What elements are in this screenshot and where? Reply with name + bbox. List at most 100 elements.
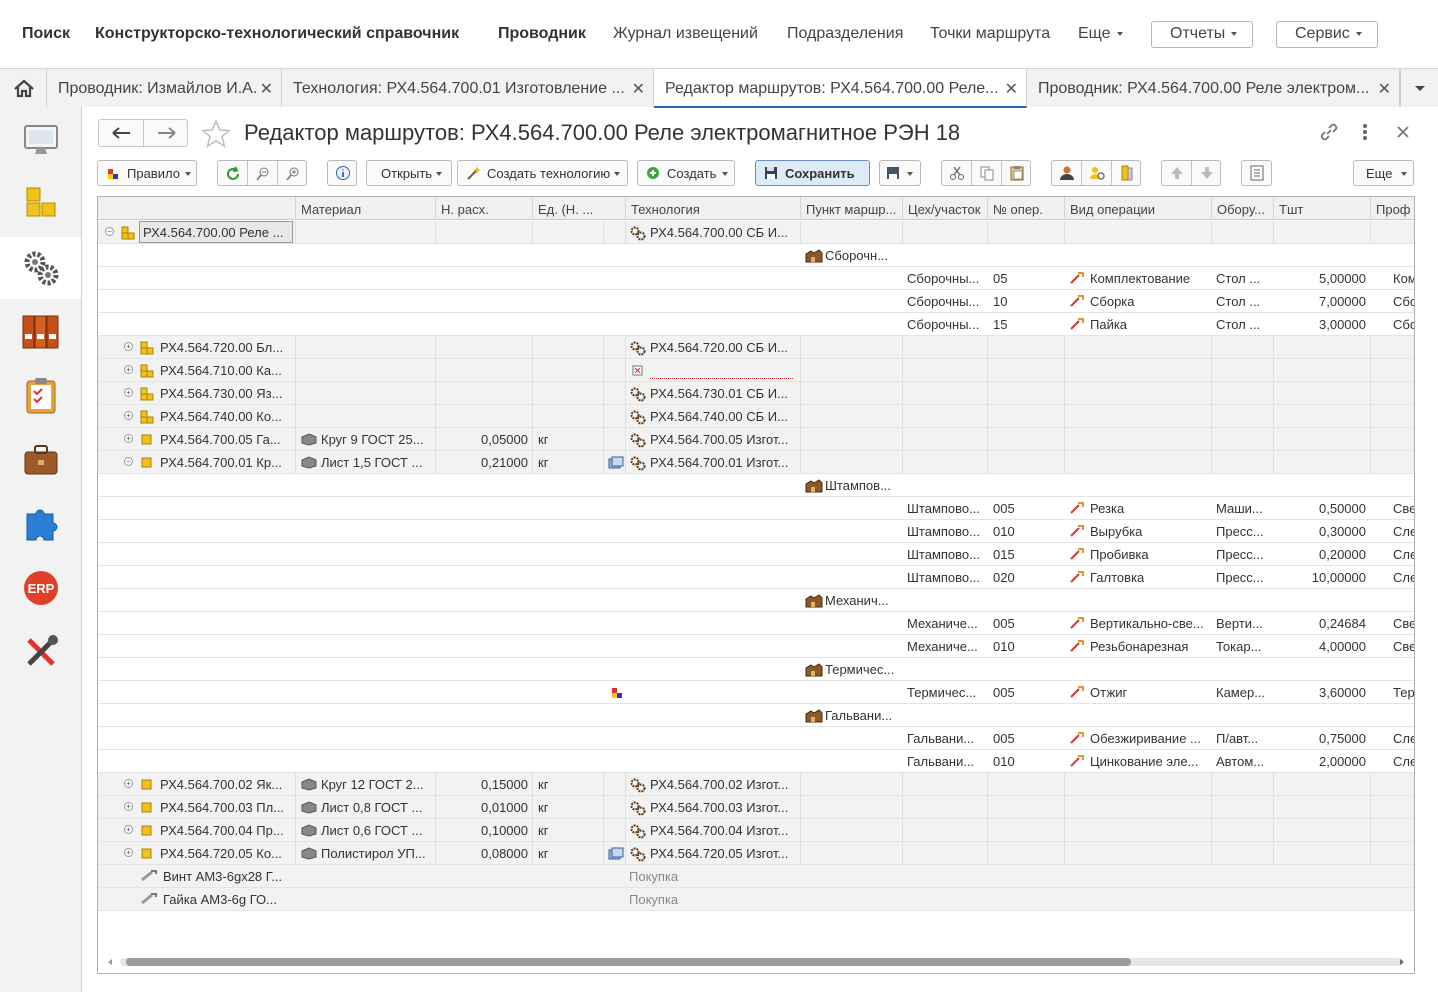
table-row[interactable]: Винт АМ3-6gx28 Г... Покупка [98,865,1414,888]
table-row[interactable]: + РХ4.564.700.02 Як... Круг 12 ГОСТ 2... 0,… [98,773,1414,796]
expand-icon[interactable]: + [124,802,133,811]
table-row[interactable]: + РХ4.564.700.03 Пл... Лист 0,8 ГОСТ ... 0,… [98,796,1414,819]
paste-button[interactable] [1002,161,1030,185]
column-header[interactable]: Н. расх. [435,197,532,220]
more-vertical-icon[interactable] [1358,121,1372,143]
operation-row[interactable]: Термичес... 005 Отжиг Камер... 3,60000 Терми [98,681,1414,704]
tab-explorer-relay[interactable]: Проводник: РХ4.564.700.00 Реле электром.… [1027,69,1400,107]
sidebar-item-tools[interactable] [0,621,81,683]
column-header[interactable]: Пункт маршр... [800,197,902,220]
sidebar-item-erp[interactable]: ERP [0,557,81,619]
close-icon[interactable] [1394,121,1412,143]
sidebar-item-briefcase[interactable] [0,429,81,491]
sidebar-item-tasks[interactable] [0,365,81,427]
expand-icon[interactable]: + [124,365,133,374]
table-row[interactable]: + РХ4.564.700.05 Га... Круг 9 ГОСТ 25... 0,… [98,428,1414,451]
user-settings-button[interactable] [1082,161,1112,185]
table-row[interactable]: + РХ4.564.720.05 Ко... Полистирол УП... 0,0… [98,842,1414,865]
expand-icon[interactable]: + [124,434,133,443]
column-header[interactable]: Вид операции [1064,197,1211,220]
save-options-button[interactable] [879,160,921,186]
column-header[interactable]: Тшт [1273,197,1370,220]
column-header[interactable]: Проф [1370,197,1414,220]
more-button[interactable]: Еще [1353,160,1414,186]
route-tree-table[interactable]: Материал Н. расх. Ед. (Н. ... Технология Пун… [97,196,1415,974]
sidebar-item-settings[interactable] [0,237,81,299]
horizontal-scrollbar[interactable] [120,958,1403,966]
collapse-icon[interactable]: − [105,227,114,236]
close-icon[interactable]: ✕ [1378,79,1391,99]
expand-icon[interactable]: + [124,342,133,351]
route-point-row[interactable]: Штампов... [98,474,1414,497]
sidebar-item-catalog[interactable] [0,173,81,235]
table-row[interactable]: + РХ4.564.740.00 Ко... РХ4.564.740.00 СБ И… [98,405,1414,428]
scroll-right-icon[interactable] [1398,958,1406,966]
sidebar-item-puzzle[interactable] [0,493,81,555]
close-icon[interactable]: ✕ [632,79,645,99]
table-row[interactable]: + РХ4.564.710.00 Ка... [98,359,1414,382]
operation-row[interactable]: Гальвани... 010 Цинкование эле... Автом... 2… [98,750,1414,773]
open-button[interactable]: Открыть [366,160,452,186]
assign-user-button[interactable] [1052,161,1082,185]
link-icon[interactable] [1318,121,1340,143]
sidebar-item-desktop[interactable] [0,109,81,171]
route-point-row[interactable]: Механич... [98,589,1414,612]
table-row[interactable]: + РХ4.564.700.04 Пр... Лист 0,6 ГОСТ ... 0,… [98,819,1414,842]
table-row[interactable]: − РХ4.564.700.00 Реле ... РХ4.564.700.00 С… [98,221,1414,244]
table-row[interactable]: + РХ4.564.720.00 Бл... РХ4.564.720.00 СБ И… [98,336,1414,359]
close-icon[interactable]: ✕ [260,79,273,99]
operation-row[interactable]: Гальвани... 005 Обезжиривание ... П/авт... 0… [98,727,1414,750]
tabs-menu-button[interactable] [1400,69,1438,107]
table-row[interactable]: − РХ4.564.700.01 Кр... Лист 1,5 ГОСТ ... 0,… [98,451,1414,474]
route-point-row[interactable]: Сборочн... [98,244,1414,267]
operation-row[interactable]: Сборочны... 15 Пайка Стол ... 3,00000 Сборщ [98,313,1414,336]
rule-button[interactable]: Правило [97,160,197,186]
reports-button[interactable]: Отчеты [1151,21,1253,48]
service-button[interactable]: Сервис [1276,21,1378,48]
back-button[interactable] [99,120,144,146]
tab-technology[interactable]: Технология: РХ4.564.700.01 Изготовление … [282,69,654,107]
move-up-button[interactable] [1162,161,1192,185]
scroll-left-icon[interactable] [106,958,114,966]
item-name[interactable]: РХ4.564.700.00 Реле ... [139,221,293,243]
favorite-star-icon[interactable] [201,119,231,149]
operation-row[interactable]: Механиче... 010 Резьбонарезная Токар... 4,00… [98,635,1414,658]
save-button[interactable]: Сохранить [755,160,870,186]
table-row[interactable]: Гайка АМ3-6g ГО... Покупка [98,888,1414,911]
nav-route-points[interactable]: Точки маршрута [930,25,1050,43]
close-icon[interactable]: ✕ [1005,79,1018,99]
info-button[interactable] [327,160,357,186]
collapse-icon[interactable]: − [124,457,133,466]
column-header[interactable]: Ед. (Н. ... [532,197,603,220]
move-down-button[interactable] [1192,161,1220,185]
operation-row[interactable]: Штампово... 010 Вырубка Пресс... 0,30000 Слес… [98,520,1414,543]
create-technology-button[interactable]: Создать технологию [457,160,628,186]
expand-icon[interactable]: + [124,411,133,420]
create-button[interactable]: Создать [637,160,735,186]
operation-row[interactable]: Штампово... 020 Галтовка Пресс... 10,00000 Сл… [98,566,1414,589]
home-button[interactable] [0,69,47,107]
tab-route-editor[interactable]: Редактор маршрутов: РХ4.564.700.00 Реле.… [654,69,1027,108]
operation-row[interactable]: Сборочны... 10 Сборка Стол ... 7,00000 Сборщ [98,290,1414,313]
expand-icon[interactable]: + [124,388,133,397]
nav-more[interactable]: Еще [1078,25,1123,43]
collapse-button[interactable] [248,161,278,185]
operation-row[interactable]: Штампово... 015 Пробивка Пресс... 0,20000 Сле… [98,543,1414,566]
cut-button[interactable] [942,161,972,185]
forward-button[interactable] [144,120,189,146]
nav-journal[interactable]: Журнал извещений [613,25,758,43]
nav-reference[interactable]: Конструкторско-технологический справочни… [95,25,459,43]
column-header[interactable]: Материал [295,197,435,220]
expand-icon[interactable]: + [124,779,133,788]
route-point-row[interactable]: Термичес... [98,658,1414,681]
refresh-button[interactable] [218,161,248,185]
nav-explorer[interactable]: Проводник [498,25,586,43]
expand-icon[interactable]: + [124,825,133,834]
archive-button[interactable] [1112,161,1140,185]
operation-row[interactable]: Штампово... 005 Резка Маши... 0,50000 Сверл [98,497,1414,520]
copy-button[interactable] [972,161,1002,185]
tab-explorer-izmaylov[interactable]: Проводник: Измайлов И.А. ✕ [47,69,282,107]
expand-button[interactable] [278,161,306,185]
sidebar-item-folders[interactable] [0,301,81,363]
column-header[interactable]: Цех/участок [902,197,987,220]
